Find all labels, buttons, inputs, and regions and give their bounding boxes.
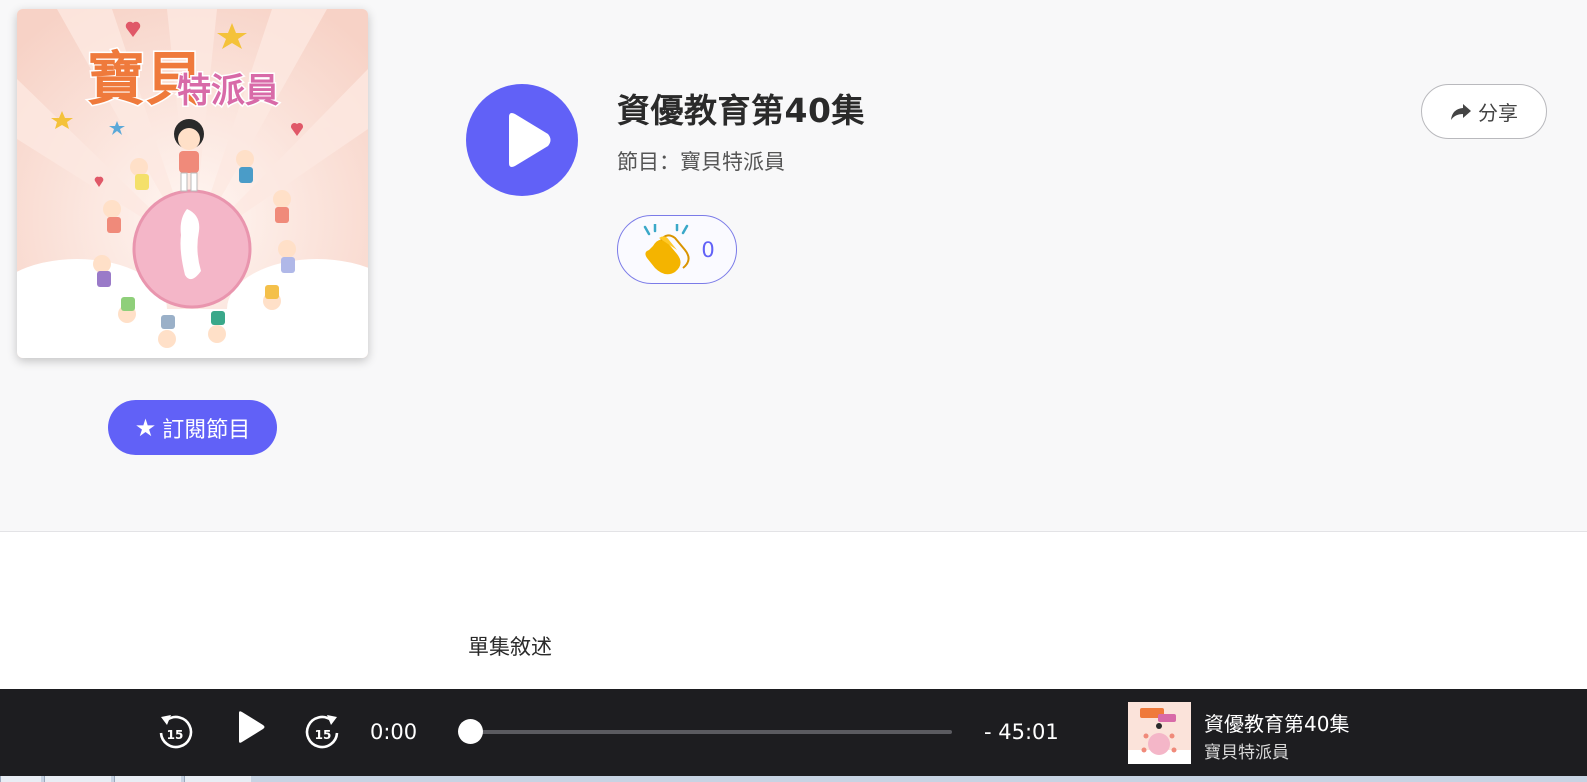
rewind-15-icon: 15	[159, 715, 193, 749]
taskbar-item[interactable]	[114, 776, 181, 782]
forward-15-icon: 15	[305, 715, 339, 749]
description-heading: 單集敘述	[468, 635, 552, 659]
taskbar-item[interactable]	[44, 776, 111, 782]
rewind-seconds: 15	[167, 728, 184, 742]
current-time: 0:00	[370, 720, 418, 744]
remaining-time: - 45:01	[984, 720, 1059, 744]
rewind-15-button[interactable]: 15	[157, 711, 193, 755]
episode-title: 資優教育第40集	[617, 91, 865, 130]
now-playing-program: 寶貝特派員	[1204, 743, 1289, 763]
clap-button[interactable]: 0	[617, 215, 737, 284]
taskbar-item[interactable]	[184, 776, 251, 782]
play-episode-button[interactable]	[466, 84, 578, 196]
progress-bar[interactable]	[458, 719, 952, 744]
forward-15-button[interactable]: 15	[305, 711, 341, 755]
clap-count: 0	[701, 237, 715, 262]
progress-knob[interactable]	[458, 719, 483, 744]
subscribe-label: 訂閱節目	[162, 417, 251, 443]
play-icon	[509, 113, 551, 167]
play-icon	[239, 711, 265, 743]
forward-seconds: 15	[315, 728, 332, 742]
episode-header: 寶貝 特派員 ★ 訂閱節目 資優教育第40集 節目：寶貝特派員 0 分享	[0, 0, 1587, 532]
program-name: 節目：寶貝特派員	[617, 150, 785, 174]
taskbar-item[interactable]	[0, 776, 41, 782]
podcast-cover-art: 寶貝 特派員	[17, 9, 368, 358]
play-button[interactable]	[236, 710, 266, 748]
now-playing-title: 資優教育第40集	[1204, 712, 1350, 736]
share-button[interactable]: 分享	[1421, 84, 1547, 139]
share-arrow-icon	[1451, 103, 1471, 120]
bottom-player-bar: 15 15 0:00 - 45:01 資優教育第40集 寶貝特派員	[0, 689, 1587, 776]
star-icon: ★	[134, 413, 157, 442]
share-label: 分享	[1478, 101, 1518, 125]
now-playing-thumbnail[interactable]	[1128, 702, 1191, 764]
clapping-hands-icon	[644, 223, 690, 274]
subscribe-button[interactable]: ★ 訂閱節目	[108, 400, 277, 455]
os-taskbar	[0, 776, 1587, 782]
cover-title-line2: 特派員	[177, 71, 279, 111]
